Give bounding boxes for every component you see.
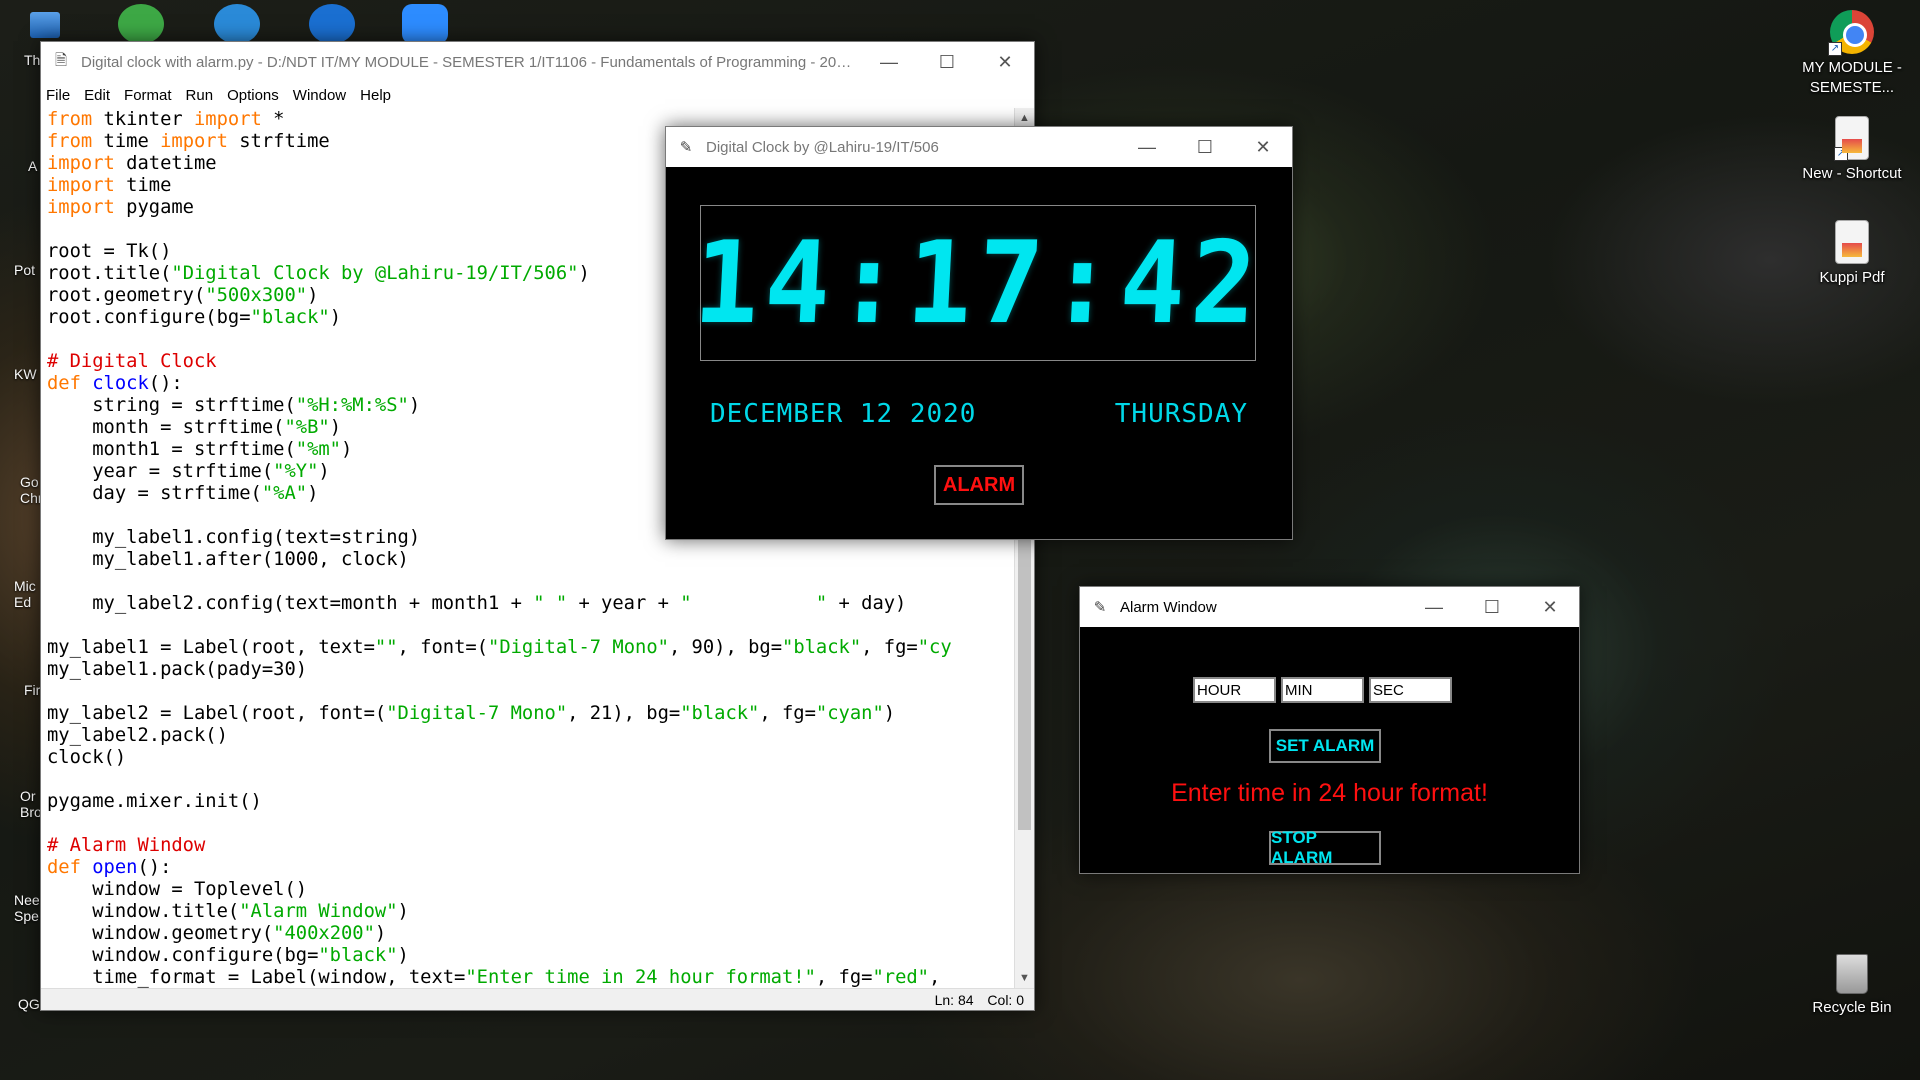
menu-help[interactable]: Help bbox=[360, 87, 391, 104]
idle-menubar: File Edit Format Run Options Window Help bbox=[41, 82, 1034, 108]
menu-options[interactable]: Options bbox=[227, 87, 279, 104]
desktop-icon-my-module[interactable]: ↗ MY MODULE - SEMESTE... bbox=[1802, 10, 1902, 98]
desktop-icon-label: New - Shortcut bbox=[1802, 165, 1902, 182]
idle-titlebar[interactable]: 🗎 Digital clock with alarm.py - D:/NDT I… bbox=[41, 42, 1034, 82]
minimize-button[interactable]: — bbox=[1118, 127, 1176, 167]
desktop-left-label-4[interactable]: Go Chr bbox=[20, 474, 43, 506]
idle-window-title: Digital clock with alarm.py - D:/NDT IT/… bbox=[81, 53, 860, 71]
close-button[interactable]: ✕ bbox=[1234, 127, 1292, 167]
file-icon bbox=[1835, 220, 1869, 264]
shortcut-arrow-icon: ↗ bbox=[1834, 147, 1848, 161]
recycle-bin-icon bbox=[1836, 954, 1868, 994]
scroll-up-icon[interactable]: ▲ bbox=[1015, 108, 1034, 128]
minimize-button[interactable]: — bbox=[1405, 587, 1463, 627]
alarm-titlebar[interactable]: ✎ Alarm Window — ☐ ✕ bbox=[1080, 587, 1579, 627]
minute-input[interactable] bbox=[1281, 677, 1364, 703]
clock-titlebar[interactable]: ✎ Digital Clock by @Lahiru-19/IT/506 — ☐… bbox=[666, 127, 1292, 167]
digital-clock-window: ✎ Digital Clock by @Lahiru-19/IT/506 — ☐… bbox=[665, 126, 1293, 540]
desktop-left-label-7[interactable]: Or Bro bbox=[20, 788, 42, 820]
date-row: DECEMBER 12 2020 THURSDAY bbox=[710, 399, 1248, 429]
minimize-button[interactable]: — bbox=[860, 42, 918, 82]
desktop-icon-label: Kuppi Pdf bbox=[1819, 269, 1885, 286]
time-format-message: Enter time in 24 hour format! bbox=[1171, 779, 1488, 807]
menu-window[interactable]: Window bbox=[293, 87, 346, 104]
desktop-top-icon-3[interactable] bbox=[214, 4, 260, 44]
file-shortcut-icon: ↗ bbox=[1834, 116, 1869, 161]
clock-body: 14:17:42 DECEMBER 12 2020 THURSDAY ALARM bbox=[666, 167, 1292, 539]
clock-day: THURSDAY bbox=[1114, 399, 1248, 429]
alarm-window-title: Alarm Window bbox=[1120, 598, 1217, 616]
clock-display-frame: 14:17:42 bbox=[691, 205, 1265, 361]
shortcut-arrow-icon: ↗ bbox=[1828, 42, 1842, 56]
desktop-icon-kuppi-pdf[interactable]: Kuppi Pdf bbox=[1802, 220, 1902, 288]
maximize-button[interactable]: ☐ bbox=[1176, 127, 1234, 167]
clock-time: 14:17:42 bbox=[690, 217, 1266, 349]
alarm-time-inputs bbox=[1193, 677, 1452, 703]
close-button[interactable]: ✕ bbox=[976, 42, 1034, 82]
chrome-icon: ↗ bbox=[1828, 10, 1874, 56]
desktop-icon-label: Recycle Bin bbox=[1812, 999, 1892, 1016]
desktop-top-icon-2[interactable] bbox=[118, 4, 164, 44]
close-button[interactable]: ✕ bbox=[1521, 587, 1579, 627]
menu-run[interactable]: Run bbox=[186, 87, 214, 104]
alarm-window: ✎ Alarm Window — ☐ ✕ SET ALARM Enter tim… bbox=[1079, 586, 1580, 874]
set-alarm-button[interactable]: SET ALARM bbox=[1269, 729, 1381, 763]
menu-format[interactable]: Format bbox=[124, 87, 172, 104]
menu-edit[interactable]: Edit bbox=[84, 87, 110, 104]
scroll-down-icon[interactable]: ▼ bbox=[1015, 968, 1034, 988]
menu-file[interactable]: File bbox=[46, 87, 70, 104]
alarm-body: SET ALARM Enter time in 24 hour format! … bbox=[1080, 627, 1579, 873]
desktop-icon-recycle-bin[interactable]: Recycle Bin bbox=[1802, 954, 1902, 1018]
idle-statusbar: Ln: 84 Col: 0 bbox=[41, 988, 1034, 1010]
column-number: Col: 0 bbox=[987, 992, 1024, 1008]
hour-input[interactable] bbox=[1193, 677, 1276, 703]
desktop-left-label-8[interactable]: Nee Spe bbox=[14, 892, 42, 924]
maximize-button[interactable]: ☐ bbox=[918, 42, 976, 82]
desktop-icon-label: MY MODULE - SEMESTE... bbox=[1802, 59, 1902, 96]
desktop-top-icon-5[interactable] bbox=[402, 4, 448, 44]
feather-icon: ✎ bbox=[1093, 599, 1107, 616]
clock-window-title: Digital Clock by @Lahiru-19/IT/506 bbox=[706, 138, 939, 156]
desktop-top-icon-1[interactable] bbox=[30, 12, 60, 38]
second-input[interactable] bbox=[1369, 677, 1452, 703]
stop-alarm-button[interactable]: STOP ALARM bbox=[1269, 828, 1381, 867]
feather-icon: ✎ bbox=[679, 139, 693, 156]
python-file-icon: 🗎 bbox=[54, 51, 68, 69]
desktop-left-label-5[interactable]: Mic Ed bbox=[14, 578, 40, 610]
maximize-button[interactable]: ☐ bbox=[1463, 587, 1521, 627]
desktop-icon-new-shortcut[interactable]: ↗ New - Shortcut bbox=[1802, 116, 1902, 184]
line-number: Ln: 84 bbox=[934, 992, 974, 1008]
desktop-top-icon-4[interactable] bbox=[309, 4, 355, 44]
alarm-button[interactable]: ALARM bbox=[934, 465, 1024, 505]
clock-date: DECEMBER 12 2020 bbox=[710, 399, 977, 429]
